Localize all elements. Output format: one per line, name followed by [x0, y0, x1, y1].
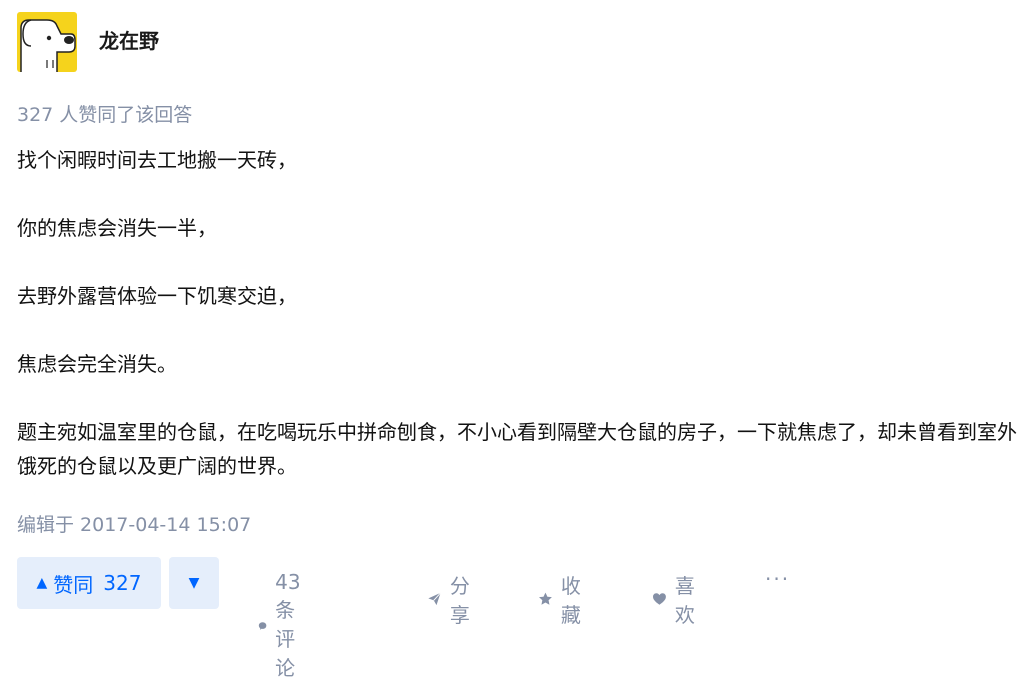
- upvote-count: 327: [103, 571, 142, 595]
- answer-content: 找个闲暇时间去工地搬一天砖， 你的焦虑会消失一半， 去野外露营体验一下饥寒交迫，…: [17, 143, 1017, 483]
- like-label: 喜欢: [674, 574, 695, 627]
- edited-timestamp: 编辑于 2017-04-14 15:07: [17, 514, 252, 536]
- action-bar: ▲ 赞同 327 ▼ 43 条评论 分享 收藏 喜欢 ···: [17, 557, 788, 680]
- more-options-button[interactable]: ···: [765, 567, 790, 591]
- star-icon: [539, 592, 552, 605]
- answer-paragraph: 找个闲暇时间去工地搬一天砖，: [17, 148, 297, 172]
- comment-icon: [258, 621, 267, 630]
- voters-count-text: 327 人赞同了该回答: [17, 104, 193, 126]
- author-name[interactable]: 龙在野: [99, 25, 159, 54]
- avatar[interactable]: [17, 12, 77, 72]
- share-button[interactable]: 分享: [427, 570, 477, 628]
- answer-paragraph: 去野外露营体验一下饥寒交迫，: [17, 284, 297, 308]
- triangle-down-icon: ▼: [188, 575, 200, 591]
- paper-plane-icon: [428, 592, 441, 606]
- triangle-up-icon: ▲: [36, 575, 48, 591]
- author-header: 龙在野: [17, 12, 159, 72]
- answer-paragraph: 题主宛如温室里的仓鼠，在吃喝玩乐中拼命刨食，不小心看到隔壁大仓鼠的房子，一下就焦…: [17, 420, 1017, 478]
- like-button[interactable]: 喜欢: [652, 570, 702, 628]
- upvote-label: 赞同: [53, 572, 94, 597]
- collect-label: 收藏: [560, 574, 581, 627]
- downvote-button[interactable]: ▼: [169, 557, 219, 609]
- comments-label: 43 条评论: [275, 570, 301, 680]
- share-label: 分享: [449, 574, 470, 627]
- comments-button[interactable]: 43 条评论: [258, 570, 313, 681]
- heart-icon: [653, 593, 666, 605]
- upvote-button[interactable]: ▲ 赞同 327: [17, 557, 161, 609]
- collect-button[interactable]: 收藏: [538, 570, 588, 628]
- answer-paragraph: 焦虑会完全消失。: [17, 352, 177, 376]
- answer-paragraph: 你的焦虑会消失一半，: [17, 216, 217, 240]
- dog-icon: [20, 19, 76, 72]
